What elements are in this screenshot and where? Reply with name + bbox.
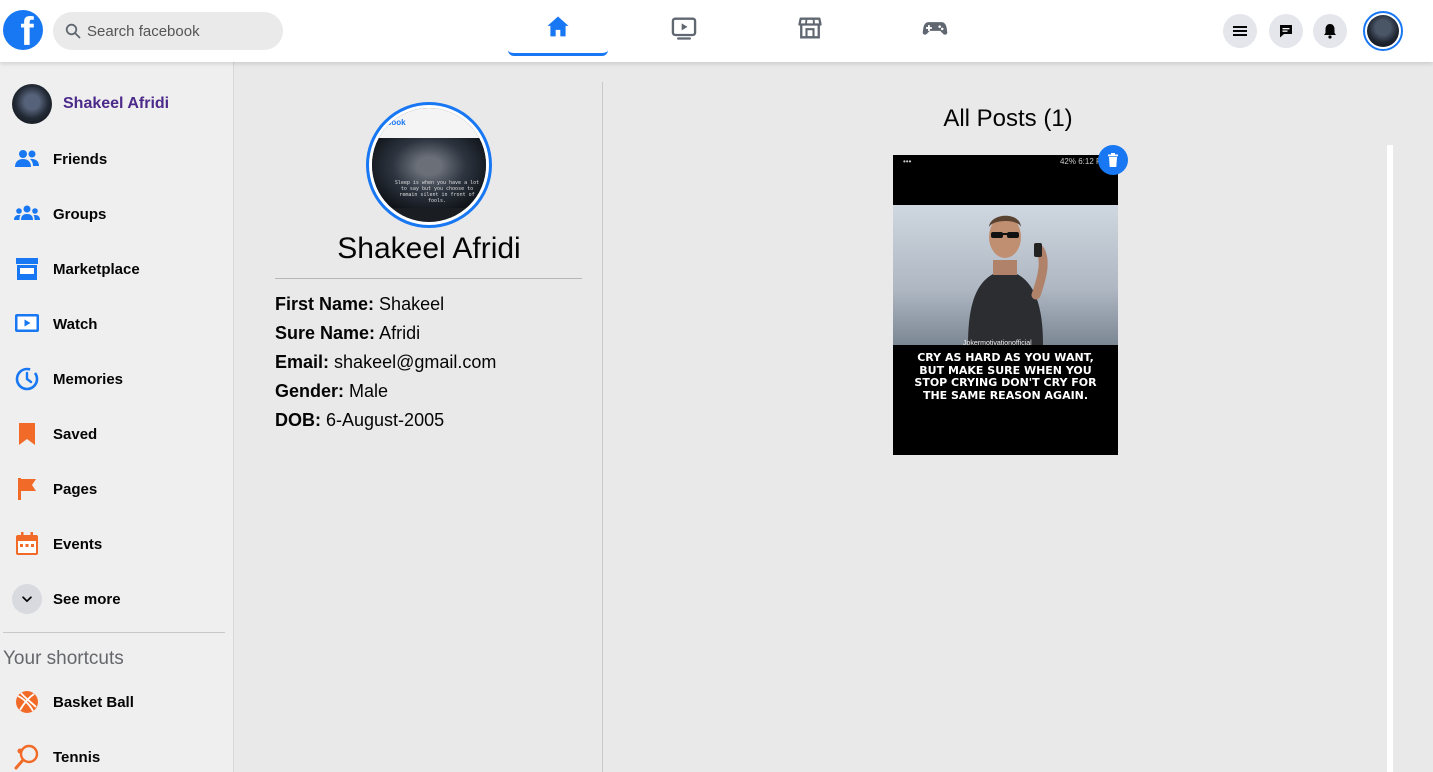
sidebar-item-events[interactable]: Events bbox=[12, 522, 227, 566]
info-email: Email: shakeel@gmail.com bbox=[275, 348, 496, 377]
sidebar-item-label: Basket Ball bbox=[53, 693, 134, 711]
info-surname: Sure Name: Afridi bbox=[275, 319, 496, 348]
watch-icon bbox=[12, 309, 42, 339]
tab-gaming[interactable] bbox=[885, 0, 985, 56]
saved-bookmark-icon bbox=[12, 419, 42, 449]
sidebar-divider bbox=[3, 632, 225, 633]
info-value: Shakeel bbox=[379, 294, 445, 314]
profile-panel: ebook Sleep is when you have a lot to sa… bbox=[235, 82, 603, 772]
facebook-logo[interactable]: f bbox=[3, 10, 43, 50]
sidebar-item-label: Marketplace bbox=[53, 260, 140, 278]
sidebar-item-friends[interactable]: Friends bbox=[12, 137, 227, 181]
sidebar-item-saved[interactable]: Saved bbox=[12, 412, 227, 456]
sidebar-item-profile[interactable]: Shakeel Afridi bbox=[12, 82, 227, 126]
sidebar-item-watch[interactable]: Watch bbox=[12, 302, 227, 346]
sidebar-item-label: Memories bbox=[53, 370, 124, 388]
sidebar-item-label: Watch bbox=[53, 315, 98, 333]
post-status-bar: ••• 42% 6:12 PM bbox=[893, 155, 1118, 167]
post-image-card[interactable]: ••• 42% 6:12 PM Jokermotivationofficial … bbox=[893, 155, 1118, 455]
home-icon bbox=[547, 16, 569, 36]
profile-name: Shakeel Afridi bbox=[337, 232, 521, 265]
sidebar-item-marketplace[interactable]: Marketplace bbox=[12, 247, 227, 291]
sidebar-item-pages[interactable]: Pages bbox=[12, 467, 227, 511]
tab-marketplace[interactable] bbox=[760, 0, 860, 56]
info-value: Male bbox=[349, 381, 389, 401]
profile-picture-image: ebook Sleep is when you have a lot to sa… bbox=[372, 108, 486, 222]
info-value: shakeel@gmail.com bbox=[334, 352, 497, 372]
sidebar-shortcut-basketball[interactable]: Basket Ball bbox=[12, 680, 227, 724]
sidebar-item-label: Groups bbox=[53, 205, 107, 223]
tab-home[interactable] bbox=[508, 0, 608, 56]
post-photo bbox=[893, 205, 1118, 345]
avatar bbox=[12, 84, 52, 124]
posts-scrollbar[interactable] bbox=[1387, 145, 1393, 772]
info-label: Email: bbox=[275, 352, 330, 372]
notifications-button[interactable] bbox=[1313, 14, 1347, 48]
search-input[interactable] bbox=[87, 22, 267, 40]
menu-icon bbox=[1233, 26, 1247, 36]
tab-watch[interactable] bbox=[634, 0, 734, 56]
events-calendar-icon bbox=[12, 529, 42, 559]
search-icon bbox=[65, 23, 81, 39]
sidebar-item-label: Events bbox=[53, 535, 103, 553]
sidebar-item-see-more[interactable]: See more bbox=[12, 577, 227, 621]
gaming-controller-icon bbox=[922, 22, 948, 35]
top-navbar: f bbox=[0, 0, 1433, 62]
memories-icon bbox=[12, 364, 42, 394]
groups-icon bbox=[12, 199, 42, 229]
account-avatar-image bbox=[1367, 15, 1399, 47]
bell-icon bbox=[1324, 24, 1336, 39]
sidebar-profile-name: Shakeel Afridi bbox=[63, 95, 170, 112]
profile-picture-header: ebook bbox=[372, 108, 486, 138]
friends-icon bbox=[12, 144, 42, 174]
profile-picture[interactable]: ebook Sleep is when you have a lot to sa… bbox=[366, 102, 492, 228]
info-value: Afridi bbox=[379, 323, 421, 343]
marketplace-store-icon bbox=[798, 17, 822, 39]
info-dob: DOB: 6-August-2005 bbox=[275, 406, 496, 435]
profile-picture-caption: Sleep is when you have a lot to say but … bbox=[394, 180, 480, 204]
info-value: 6-August-2005 bbox=[326, 410, 445, 430]
post-status-left: ••• bbox=[903, 156, 912, 166]
shortcuts-heading: Your shortcuts bbox=[3, 648, 124, 669]
sidebar-item-label: Friends bbox=[53, 150, 108, 168]
see-more-label: See more bbox=[53, 590, 121, 608]
info-gender: Gender: Male bbox=[275, 377, 496, 406]
trash-icon bbox=[1108, 153, 1118, 167]
messenger-button[interactable] bbox=[1269, 14, 1303, 48]
delete-post-button[interactable] bbox=[1098, 145, 1128, 175]
basketball-icon bbox=[12, 687, 42, 717]
info-label: Gender: bbox=[275, 381, 345, 401]
sidebar-shortcut-tennis[interactable]: Tennis bbox=[12, 735, 227, 772]
info-label: DOB: bbox=[275, 410, 321, 430]
info-label: Sure Name: bbox=[275, 323, 376, 343]
post-quote-text: CRY AS HARD AS YOU WANT, BUT MAKE SURE W… bbox=[914, 351, 1097, 402]
left-sidebar: Shakeel Afridi Friends Groups Marketplac… bbox=[0, 62, 234, 772]
watch-video-icon bbox=[671, 17, 697, 40]
menu-button[interactable] bbox=[1223, 14, 1257, 48]
profile-picture-header-text: ebook bbox=[382, 118, 406, 127]
sidebar-item-groups[interactable]: Groups bbox=[12, 192, 227, 236]
post-instagram-handle: Jokermotivationofficial bbox=[963, 340, 1032, 347]
sidebar-item-memories[interactable]: Memories bbox=[12, 357, 227, 401]
sidebar-item-label: Saved bbox=[53, 425, 98, 443]
sidebar-item-label: Pages bbox=[53, 480, 98, 498]
info-first-name: First Name: Shakeel bbox=[275, 290, 496, 319]
marketplace-icon bbox=[12, 254, 42, 284]
facebook-logo-letter: f bbox=[20, 10, 34, 50]
posts-heading: All Posts (1) bbox=[943, 105, 1073, 132]
tennis-icon bbox=[12, 742, 42, 772]
pages-flag-icon bbox=[12, 474, 42, 504]
profile-divider bbox=[275, 278, 582, 279]
info-label: First Name: bbox=[275, 294, 375, 314]
search-bar[interactable] bbox=[53, 12, 283, 50]
account-avatar[interactable] bbox=[1363, 11, 1403, 51]
messenger-icon bbox=[1280, 25, 1292, 38]
sidebar-item-label: Tennis bbox=[53, 748, 101, 766]
person-illustration bbox=[968, 215, 1048, 345]
chevron-down-icon bbox=[12, 584, 42, 614]
profile-info-list: First Name: Shakeel Sure Name: Afridi Em… bbox=[275, 290, 496, 435]
